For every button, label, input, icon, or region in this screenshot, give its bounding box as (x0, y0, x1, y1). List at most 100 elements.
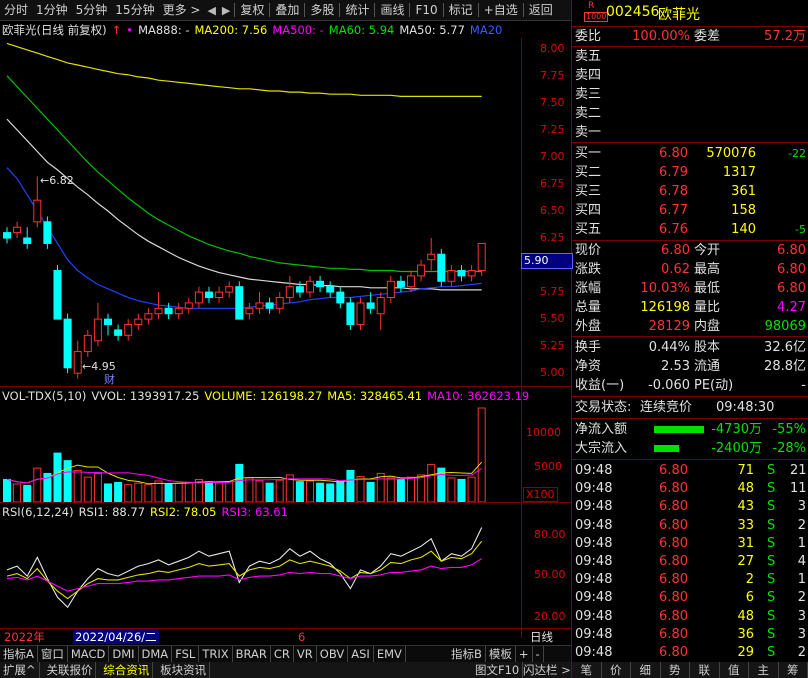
volume-bar (205, 481, 213, 502)
indicator-tab-指标a[interactable]: 指标A (0, 646, 38, 662)
right-tab[interactable]: 笔 (572, 662, 602, 678)
buy-level-label: 买四 (575, 203, 602, 218)
fund-label: 换手 (575, 340, 602, 355)
tab-5min[interactable]: 5分钟 (72, 0, 112, 20)
add-watchlist-button[interactable]: +自选 (480, 0, 522, 20)
tick-row: 09:48 6.80 33 S 2 (572, 516, 808, 535)
right-panel-tabs: 笔价细势联值主筹 (572, 662, 808, 678)
tick-row: 09:48 6.80 48 S 3 (572, 607, 808, 626)
volume-bar (295, 481, 304, 502)
high-value: 6.82 (49, 174, 74, 187)
indicator-right-tab[interactable]: 模板 (486, 646, 516, 662)
right-tab[interactable]: 联 (690, 662, 720, 678)
high-annotation: ←6.82 (40, 174, 74, 187)
caibao-marker[interactable]: 财 (104, 371, 115, 387)
candle-body (407, 275, 415, 288)
volume-bar (356, 475, 365, 502)
candle-body (93, 318, 102, 342)
tick-price: 6.80 (659, 572, 688, 588)
tab-related-quotes[interactable]: 关联报价 (43, 662, 97, 678)
tick-count: 11 (790, 481, 807, 497)
indicator-tab-vr[interactable]: VR (294, 646, 317, 662)
tab-intraday[interactable]: 分时 (0, 0, 32, 20)
buy-level-row: 买五 6.76 140 -5 (572, 220, 808, 239)
buy-level-price: 6.77 (659, 203, 688, 218)
right-tab[interactable]: 价 (602, 662, 631, 678)
flow-percent: -28% (772, 441, 806, 456)
right-tab[interactable]: 势 (661, 662, 690, 678)
indicator-tab-窗口[interactable]: 窗口 (38, 646, 68, 662)
tab-sector-info[interactable]: 板块资讯 (157, 662, 211, 678)
chevron-left-icon[interactable]: ◀ (204, 4, 218, 17)
tick-time: 09:48 (575, 645, 613, 660)
tick-side: S (767, 517, 776, 533)
ma500-label: MA500: - (272, 23, 324, 37)
indicator-tab-brar[interactable]: BRAR (233, 646, 271, 662)
indicator-tab-dmi[interactable]: DMI (109, 646, 139, 662)
indicator-tab-fsl[interactable]: FSL (172, 646, 200, 662)
volume-bar (366, 481, 375, 502)
right-tab[interactable]: 值 (720, 662, 749, 678)
right-tab[interactable]: 主 (749, 662, 779, 678)
quote-label: 外盘 (575, 319, 602, 334)
right-tab[interactable]: 细 (631, 662, 661, 678)
indicator-tab-macd[interactable]: MACD (68, 646, 110, 662)
rsi-axis-50: 50.00 (534, 568, 566, 581)
indicator-right-tab[interactable]: + (516, 646, 533, 662)
vol-ma10-label: MA10: 362623.19 (427, 389, 530, 403)
draw-button[interactable]: 画线 (376, 0, 408, 20)
candle-body (114, 329, 123, 336)
volume-bar (326, 483, 335, 502)
tick-time: 09:48 (575, 626, 613, 642)
buy-level-price: 6.80 (659, 146, 688, 161)
tab-f10-graphic[interactable]: 图文F10 (472, 662, 524, 678)
indicator-tab-asi[interactable]: ASI (348, 646, 374, 662)
divider (572, 142, 808, 143)
indicator-tab-trix[interactable]: TRIX (199, 646, 233, 662)
tick-time: 09:48 (575, 499, 613, 515)
tab-more[interactable]: 更多 > (159, 0, 205, 20)
overlay-button[interactable]: 叠加 (271, 0, 303, 20)
candle-body (184, 302, 193, 309)
price-chart[interactable] (0, 38, 521, 384)
volume-bar (255, 480, 264, 502)
chevron-right-icon[interactable]: ▶ (219, 4, 233, 17)
volume-bar (154, 480, 163, 502)
fuquan-button[interactable]: 复权 (236, 0, 268, 20)
indicator-tab-emv[interactable]: EMV (374, 646, 406, 662)
volume-chart[interactable] (0, 404, 521, 502)
tick-side: S (767, 554, 776, 569)
indicator-right-tab[interactable]: - (533, 646, 544, 662)
indicator-tab-obv[interactable]: OBV (317, 646, 349, 662)
fund-value: 32.6亿 (764, 340, 806, 355)
indicator-tab-cr[interactable]: CR (271, 646, 294, 662)
back-button[interactable]: 返回 (525, 0, 557, 20)
tab-1min[interactable]: 1分钟 (32, 0, 72, 20)
tab-expand[interactable]: 扩展^ (0, 662, 40, 678)
toolbar-divider (269, 3, 271, 17)
indicator-right-tab[interactable]: 指标B (448, 646, 486, 662)
ma888-label: MA888: - (138, 23, 190, 37)
badge-num: 1000 (584, 12, 609, 22)
tab-sidebar[interactable]: 闪达栏 > (520, 662, 571, 678)
multi-stock-button[interactable]: 多股 (306, 0, 338, 20)
stats-button[interactable]: 统计 (341, 0, 373, 20)
tab-general-info[interactable]: 综合资讯 (100, 662, 154, 678)
f10-button[interactable]: F10 (411, 0, 441, 20)
period-label[interactable]: 日线 (530, 629, 553, 645)
indicator-tab-dma[interactable]: DMA (139, 646, 173, 662)
tick-count: 4 (797, 554, 806, 569)
quote-row: 现价 6.80 今开 6.80 (572, 241, 808, 260)
tab-15min[interactable]: 15分钟 (111, 0, 158, 20)
rsi-chart[interactable] (0, 520, 521, 626)
candle-body (33, 199, 42, 223)
mark-button[interactable]: 标记 (445, 0, 477, 20)
right-tab[interactable]: 筹 (779, 662, 808, 678)
tick-time: 09:48 (575, 608, 613, 624)
tick-time: 09:48 (575, 590, 613, 606)
quote-label: 涨跌 (575, 262, 602, 277)
divider (572, 336, 808, 337)
candle-body (386, 280, 395, 298)
vol-title: VOL-TDX(5,10) (2, 389, 87, 403)
quote-row: 外盘 28129 内盘 98069 (572, 317, 808, 336)
